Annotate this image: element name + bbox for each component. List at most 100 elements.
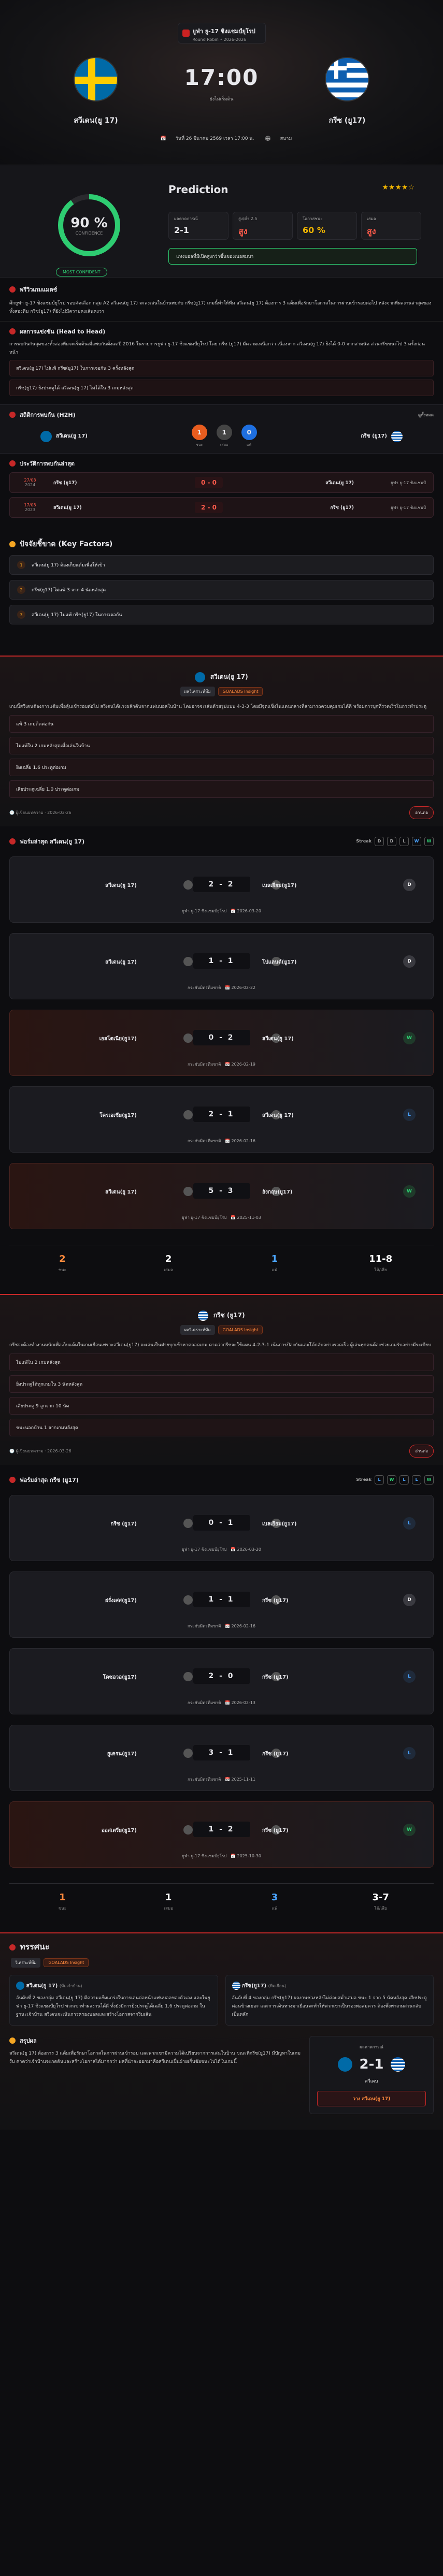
- result-badge: W: [403, 1824, 416, 1836]
- section-icon: [9, 1477, 16, 1483]
- match-score: 2 - 0: [193, 1668, 250, 1684]
- match-comp: กระชับมิตรทีมชาติ 📅 2026-02-22: [187, 985, 255, 990]
- confidence-badge: MOST CONFIDENT: [56, 268, 107, 276]
- section-title: ทรรศนะ: [20, 1942, 50, 1952]
- history-row[interactable]: 27/08 2024 กรีซ (ยู17) 0 - 0 สวีเดน(ยู 17…: [9, 472, 434, 493]
- analysis-tag: ผลวิเคราะห์ทีม: [180, 1325, 215, 1335]
- analysis-point: ไม่แพ้ใน 2 เกมหลังสุด: [9, 1354, 434, 1371]
- form-stat: 1 ชนะ: [58, 1892, 66, 1911]
- match-score: 1 - 2: [193, 1822, 250, 1837]
- prediction-col: โอกาสชนะ 60 %: [297, 212, 357, 240]
- league-round: Round Robin • 2026-2026: [192, 37, 247, 42]
- sweden-flag-icon: [16, 1982, 24, 1990]
- form-match-card[interactable]: สวีเดน(ยู 17) 1 - 1 โปแลนด์(ยู17) D กระชับมิ…: [9, 933, 434, 999]
- match-away: เบลเยียม(ยู17): [262, 1521, 297, 1527]
- section-title: ผลการแข่งขัน (Head to Head): [20, 328, 106, 335]
- analysis-point: ชนะนอกบ้าน 1 จากเกมหลังสุด: [9, 1419, 434, 1436]
- analysis-meta: 🕐 ผู้เขียนบทความ · 2026-03-26: [9, 810, 72, 815]
- form-match-card[interactable]: กรีซ (ยู17) 0 - 1 เบลเยียม(ยู17) L ยูฟ่า ยู-…: [9, 1495, 434, 1561]
- match-away: กรีซ (ยู17): [262, 1598, 289, 1604]
- match-score: 0 - 1: [193, 1515, 250, 1531]
- match-score: 0 - 2: [193, 1030, 250, 1045]
- match-home: สวีเดน(ยู 17): [105, 883, 137, 889]
- section-icon: [9, 541, 16, 547]
- form-match-card[interactable]: เอสโตเนีย(ยู17) 0 - 2 สวีเดน(ยู 17) W กระชับ…: [9, 1010, 434, 1076]
- pick-score: 2-1: [359, 2057, 384, 2072]
- stadium-icon: 🏟: [265, 136, 271, 141]
- section-title: ฟอร์มล่าสุด กรีซ (ยู17): [20, 1477, 79, 1483]
- h2h-home: สวีเดน(ยู 17): [40, 430, 88, 442]
- match-comp: กระชับมิตรทีมชาติ 📅 2026-02-16: [187, 1624, 255, 1628]
- analysis-point: แพ้ 3 เกมติดต่อกัน: [9, 715, 434, 733]
- rating-stars: ★★★★☆: [382, 183, 415, 192]
- team-flag-icon: [183, 1672, 193, 1681]
- sweden-flag-icon: [337, 2057, 352, 2072]
- result-badge: W: [403, 1185, 416, 1198]
- section-title: ประวัติการพบกันล่าสุด: [20, 460, 75, 467]
- match-score: 2 - 1: [193, 1107, 250, 1122]
- league-badge[interactable]: ยูฟ่า ยู-17 ชิงแชมป์ยุโรป Round Robin • …: [177, 23, 266, 43]
- view-all-link[interactable]: ดูทั้งหมด: [418, 412, 434, 418]
- match-home: โคซอวอ(ยู17): [103, 1675, 137, 1680]
- pick-card: ผลคาดการณ์ 2-1 สวีเดน วาง สวีเดน(ยู 17): [309, 2036, 434, 2114]
- match-home: สวีเดน(ยู 17): [105, 1189, 137, 1195]
- insight-tag: GOALADS Insight: [44, 1958, 89, 1967]
- match-home: สวีเดน(ยู 17): [105, 959, 137, 965]
- analysis-text: กรีซจะต้องทำงานหนักเพื่อเก็บแต้มในเกมเยื…: [9, 1343, 431, 1348]
- analysis-tag: ผลวิเคราะห์ทีม: [180, 687, 215, 696]
- sweden-flag-icon: [195, 672, 206, 682]
- h2h-text: การพบกันกันสุดของทั้งสองทีมจะเริ่มต้นเมื…: [9, 342, 425, 355]
- form-summary: 2 ชนะ 2 เสมอ 1 แพ้ 11-8 ได้/เสีย: [9, 1245, 434, 1273]
- match-date: วันที่ 26 มีนาคม 2569 เวลา 17:00 น.: [175, 136, 254, 141]
- away-team[interactable]: กรีซ (ยู17): [295, 57, 399, 126]
- key-factor: 3 สวีเดน(ยู 17) ไม่แพ้ กรีซ(ยู17) ในการเจ…: [9, 605, 434, 624]
- match-away: กรีซ (ยู17): [262, 1751, 289, 1757]
- home-form-section: ฟอร์มล่าสุด สวีเดน(ยู 17) Streak D D L W W สว…: [0, 826, 443, 1278]
- section-icon: [9, 412, 16, 418]
- away-team-name: กรีซ (ยู17): [328, 117, 366, 125]
- away-form-section: ฟอร์มล่าสุด กรีซ (ยู17) Streak L W L L W กรีซ…: [0, 1465, 443, 1917]
- greece-flag-icon: [391, 430, 403, 442]
- match-away: สวีเดน(ยู 17): [262, 1113, 294, 1118]
- insight-tag: GOALADS Insight: [218, 687, 263, 696]
- section-icon: [9, 286, 16, 293]
- read-more-button[interactable]: อ่านต่อ: [409, 806, 434, 819]
- form-summary: 1 ชนะ 1 เสมอ 3 แพ้ 3-7 ได้/เสีย: [9, 1883, 434, 1912]
- preview-section: พรีวิวเกมแมตช์ ศึกยูฟ่า ยู-17 ชิงแชมป์ยุ…: [0, 278, 443, 321]
- team-flag-icon: [183, 1034, 193, 1043]
- team-flag-icon: [183, 1825, 193, 1835]
- key-factor: 2 กรีซ(ยู17) ไม่แพ้ 3 จาก 4 นัดหลังสุด: [9, 580, 434, 600]
- form-match-card[interactable]: โคซอวอ(ยู17) 2 - 0 กรีซ (ยู17) L กระชับมิตรท…: [9, 1648, 434, 1714]
- league-icon: [182, 30, 190, 37]
- match-away: โปแลนด์(ยู17): [262, 959, 297, 965]
- match-home: ยูเครน(ยู17): [107, 1751, 137, 1757]
- result-badge: D: [403, 879, 416, 891]
- section-title: ฟอร์มล่าสุด สวีเดน(ยู 17): [20, 838, 85, 845]
- form-match-card[interactable]: สวีเดน(ยู 17) 2 - 2 เบลเยียม(ยู17) D ยูฟ่า ย…: [9, 856, 434, 923]
- home-team-name: สวีเดน(ยู 17): [74, 117, 118, 125]
- match-score: 1 - 1: [193, 1592, 250, 1607]
- form-stat: 1 แพ้: [271, 1254, 278, 1272]
- analysis-point: เสียประตู 9 ลูกจาก 10 นัด: [9, 1397, 434, 1415]
- section-icon: [9, 838, 16, 845]
- match-status: ยังไม่เริ่มต้น: [209, 97, 234, 102]
- match-away: กรีซ (ยู17): [262, 1828, 289, 1833]
- match-score: 1 - 1: [193, 953, 250, 969]
- history-row[interactable]: 17/08 2023 สวีเดน(ยู 17) 2 - 0 กรีซ (ยู17…: [9, 497, 434, 518]
- match-home: กรีซ (ยู17): [110, 1521, 137, 1527]
- form-match-card[interactable]: ยูเครน(ยู17) 3 - 1 กรีซ (ยู17) L กระชับมิตรท…: [9, 1725, 434, 1791]
- match-hero: ยูฟ่า ยู-17 ชิงแชมป์ยุโรป Round Robin • …: [0, 0, 443, 165]
- read-more-button[interactable]: อ่านต่อ: [409, 1445, 434, 1458]
- history-section: ประวัติการพบกันล่าสุด 27/08 2024 กรีซ (ยู…: [0, 454, 443, 523]
- form-match-card[interactable]: ฝรั่งเศส(ยู17) 1 - 1 กรีซ (ยู17) D กระชับมิต…: [9, 1571, 434, 1638]
- form-match-card[interactable]: โครเอเชีย(ยู17) 2 - 1 สวีเดน(ยู 17) L กระชับ…: [9, 1086, 434, 1153]
- form-stat: 2 เสมอ: [164, 1254, 173, 1272]
- pick-button[interactable]: วาง สวีเดน(ยู 17): [317, 2091, 426, 2106]
- h2h-point: กรีซ(ยู17) ยิงประตูได้ สวีเดน(ยู 17) ไม่…: [9, 380, 434, 396]
- confidence-label: CONFIDENCE: [75, 230, 103, 236]
- league-name: ยูฟ่า ยู-17 ชิงแชมป์ยุโรป: [192, 28, 255, 35]
- form-match-card[interactable]: ออสเตรีย(ยู17) 1 - 2 กรีซ (ยู17) W ยูฟ่า ยู-…: [9, 1801, 434, 1868]
- sweden-flag-icon: [74, 57, 118, 101]
- home-team[interactable]: สวีเดน(ยู 17): [44, 57, 148, 126]
- form-match-card[interactable]: สวีเดน(ยู 17) 5 - 3 อังกฤษ(ยู17) W ยูฟ่า ยู-…: [9, 1163, 434, 1229]
